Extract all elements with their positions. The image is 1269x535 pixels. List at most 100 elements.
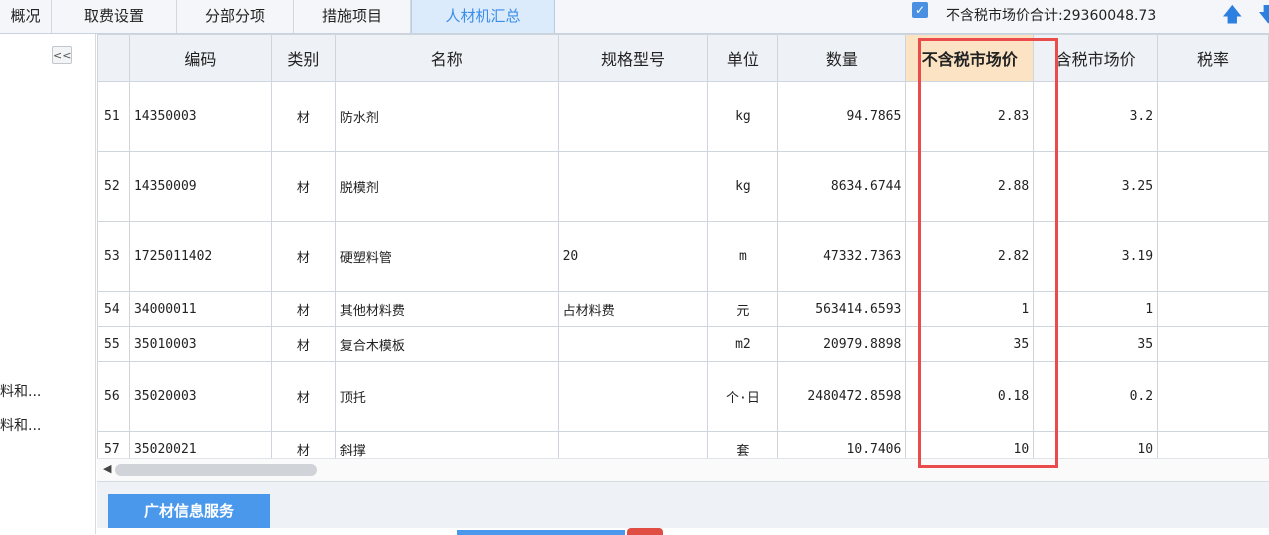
cell-name[interactable]: 其他材料费 [334,291,559,327]
cell-price-excl-tax[interactable]: 10 [905,431,1035,458]
cell-code[interactable]: 35020021 [128,431,272,458]
tab-fee-settings[interactable]: 取费设置 [52,0,177,33]
header-price-excl-tax[interactable]: 不含税市场价 [905,34,1035,82]
cell-unit[interactable]: 套 [707,431,779,458]
cell-price-incl-tax[interactable]: 1 [1033,291,1159,327]
cell-tax-rate[interactable] [1157,221,1269,292]
cell-unit[interactable]: 个·日 [707,361,779,432]
arrow-down-icon[interactable]: 🡇 [1258,4,1269,24]
cell-price-incl-tax[interactable]: 35 [1033,326,1159,362]
scrollbar-thumb[interactable] [115,464,317,476]
cell-type[interactable]: 材 [270,431,336,458]
header-unit[interactable]: 单位 [707,34,779,82]
cell-quantity[interactable]: 10.7406 [777,431,907,458]
cell-type[interactable]: 材 [270,81,336,152]
header-tax-rate[interactable]: 税率 [1157,34,1269,82]
tab-measure-items[interactable]: 措施项目 [294,0,411,33]
horizontal-scrollbar[interactable]: ◀ [97,458,1269,481]
cell-spec[interactable]: 20 [557,221,709,292]
cell-price-incl-tax[interactable]: 10 [1033,431,1159,458]
cell-price-excl-tax[interactable]: 2.83 [905,81,1035,152]
cell-spec[interactable] [557,151,709,222]
tab-labor-material-summary[interactable]: 人材机汇总 [411,0,555,33]
cell-code[interactable]: 14350009 [128,151,272,222]
cell-unit[interactable]: m2 [707,326,779,362]
table-row[interactable]: 51 14350003 材 防水剂 kg 94.7865 2.83 3.2 [97,81,1269,152]
cell-tax-rate[interactable] [1157,151,1269,222]
cell-quantity[interactable]: 8634.6744 [777,151,907,222]
cell-name[interactable]: 硬塑料管 [334,221,559,292]
cell-quantity[interactable]: 2480472.8598 [777,361,907,432]
price-info-service-tab[interactable]: 广材信息服务 [108,494,270,528]
cell-name[interactable]: 顶托 [334,361,559,432]
cell-spec[interactable] [557,326,709,362]
arrow-up-icon[interactable]: 🡅 [1222,4,1243,24]
cell-type[interactable]: 材 [270,151,336,222]
cell-name[interactable]: 防水剂 [334,81,559,152]
cell-price-excl-tax[interactable]: 2.82 [905,221,1035,292]
table-row[interactable]: 55 35010003 材 复合木模板 m2 20979.8898 35 35 [97,326,1269,362]
left-tree-item[interactable]: 料和... [0,381,41,401]
tab-division-items[interactable]: 分部分项 [177,0,294,33]
cell-code[interactable]: 35010003 [128,326,272,362]
cell-code[interactable]: 14350003 [128,81,272,152]
header-price-incl-tax[interactable]: 含税市场价 [1033,34,1159,82]
cell-code[interactable]: 1725011402 [128,221,272,292]
header-code[interactable]: 编码 [128,34,272,82]
cell-tax-rate[interactable] [1157,291,1269,327]
cell-price-incl-tax[interactable]: 3.25 [1033,151,1159,222]
cell-type[interactable]: 材 [270,361,336,432]
table-row[interactable]: 54 34000011 材 其他材料费 占材料费 元 563414.6593 1… [97,291,1269,327]
cell-code[interactable]: 35020003 [128,361,272,432]
cell-spec[interactable]: 占材料费 [557,291,709,327]
total-without-tax-label: 不含税市场价合计:29360048.73 [946,8,1157,24]
left-tree-item[interactable]: 料和... [0,415,41,435]
cell-tax-rate[interactable] [1157,361,1269,432]
cell-quantity[interactable]: 47332.7363 [777,221,907,292]
cell-price-incl-tax[interactable]: 3.2 [1033,81,1159,152]
cell-price-excl-tax[interactable]: 0.18 [905,361,1035,432]
cell-unit[interactable]: 元 [707,291,779,327]
header-name[interactable]: 名称 [334,34,559,82]
cell-spec[interactable] [557,81,709,152]
collapse-panel-button[interactable]: << [52,46,72,64]
table-row[interactable]: 53 1725011402 材 硬塑料管 20 m 47332.7363 2.8… [97,221,1269,292]
table-row[interactable]: 57 35020021 材 斜撑 套 10.7406 10 10 [97,431,1269,458]
cell-tax-rate[interactable] [1157,81,1269,152]
header-spec[interactable]: 规格型号 [557,34,709,82]
cell-type[interactable]: 材 [270,326,336,362]
cell-name[interactable]: 斜撑 [334,431,559,458]
cell-price-excl-tax[interactable]: 2.88 [905,151,1035,222]
top-tab-bar: 概况 取费设置 分部分项 措施项目 人材机汇总 ✓ 不含税市场价合计:29360… [0,0,1269,34]
material-summary-grid: 编码 类别 名称 规格型号 单位 数量 不含税市场价 含税市场价 税率 51 1… [97,34,1269,458]
cell-tax-rate[interactable] [1157,431,1269,458]
cell-type[interactable]: 材 [270,291,336,327]
cell-spec[interactable] [557,361,709,432]
cell-unit[interactable]: kg [707,151,779,222]
cell-quantity[interactable]: 20979.8898 [777,326,907,362]
cell-price-excl-tax[interactable]: 35 [905,326,1035,362]
cell-name[interactable]: 脱模剂 [334,151,559,222]
header-type[interactable]: 类别 [270,34,336,82]
table-row[interactable]: 52 14350009 材 脱模剂 kg 8634.6744 2.88 3.25 [97,151,1269,222]
header-quantity[interactable]: 数量 [777,34,907,82]
cell-quantity[interactable]: 94.7865 [777,81,907,152]
table-header-row: 编码 类别 名称 规格型号 单位 数量 不含税市场价 含税市场价 税率 [97,34,1269,82]
cell-price-incl-tax[interactable]: 3.19 [1033,221,1159,292]
cell-type[interactable]: 材 [270,221,336,292]
tab-overview[interactable]: 概况 [0,0,52,33]
bottom-active-indicator [457,530,625,535]
cell-tax-rate[interactable] [1157,326,1269,362]
cell-price-excl-tax[interactable]: 1 [905,291,1035,327]
cell-unit[interactable]: kg [707,81,779,152]
cell-price-incl-tax[interactable]: 0.2 [1033,361,1159,432]
scroll-left-icon[interactable]: ◀ [103,462,111,475]
cell-code[interactable]: 34000011 [128,291,272,327]
table-row[interactable]: 56 35020003 材 顶托 个·日 2480472.8598 0.18 0… [97,361,1269,432]
total-checkbox[interactable]: ✓ [912,2,928,18]
cell-quantity[interactable]: 563414.6593 [777,291,907,327]
row-number: 52 [97,151,130,222]
cell-unit[interactable]: m [707,221,779,292]
cell-spec[interactable] [557,431,709,458]
cell-name[interactable]: 复合木模板 [334,326,559,362]
